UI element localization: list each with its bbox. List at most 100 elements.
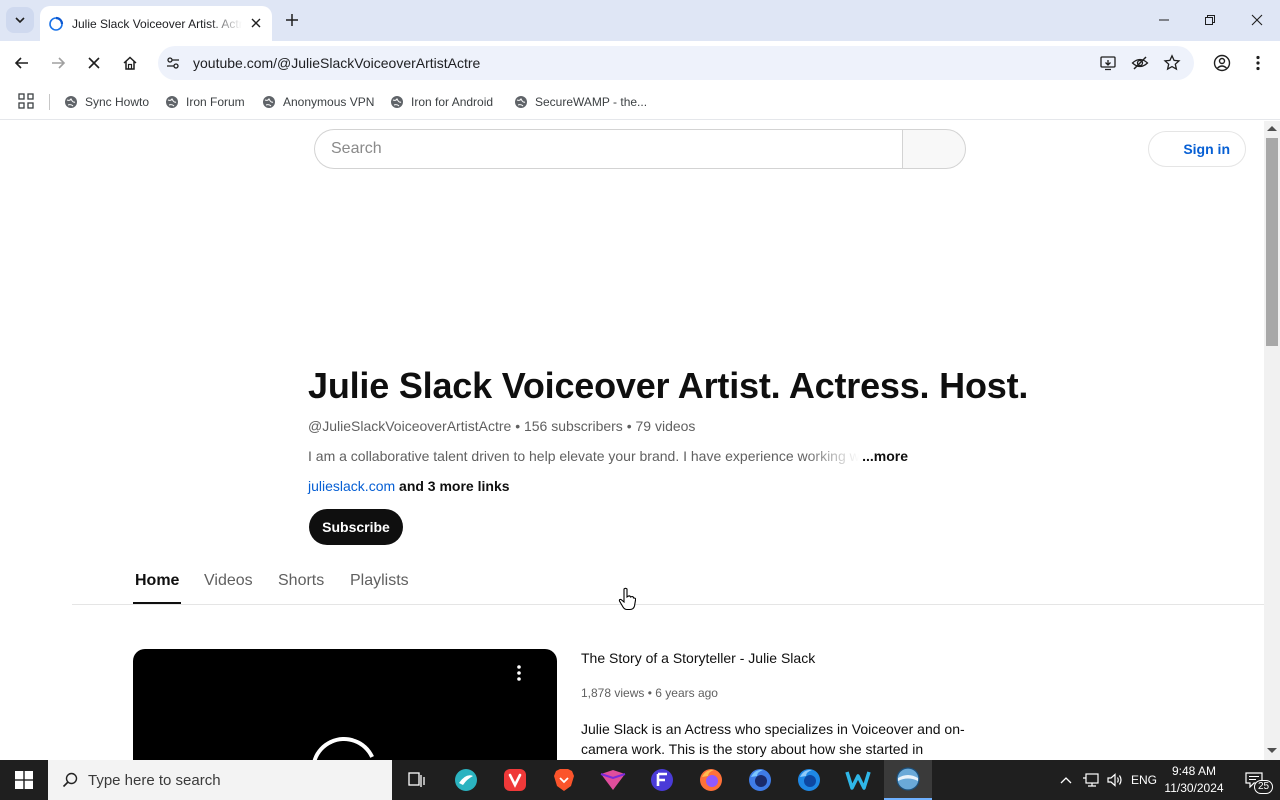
taskbar-app-brave[interactable] <box>540 760 588 800</box>
taskbar-app-firefox-dev[interactable] <box>736 760 784 800</box>
language-indicator[interactable]: ENG <box>1128 760 1160 800</box>
loading-spinner-icon <box>301 727 387 760</box>
task-view-icon <box>408 772 425 787</box>
channel-handle: @JulieSlackVoiceoverArtistActre <box>308 418 512 434</box>
restore-button[interactable] <box>1187 0 1233 40</box>
network-button[interactable] <box>1080 760 1102 800</box>
chevron-down-icon <box>15 17 25 24</box>
forward-arrow-icon <box>52 57 66 69</box>
globe-icon <box>391 96 403 108</box>
close-icon <box>88 57 100 69</box>
profile-button[interactable] <box>1209 50 1235 76</box>
browser-toolbar: youtube.com/@JulieSlackVoiceoverArtistAc… <box>0 41 1280 85</box>
back-button[interactable] <box>9 50 35 76</box>
close-window-button[interactable] <box>1234 0 1280 40</box>
url-text[interactable]: youtube.com/@JulieSlackVoiceoverArtistAc… <box>193 55 480 71</box>
browser-tab-active[interactable]: Julie Slack Voiceover Artist. Actress. H… <box>40 6 272 41</box>
volume-button[interactable] <box>1104 760 1126 800</box>
taskbar-app-floorp[interactable] <box>638 760 686 800</box>
taskbar-app-waterfox[interactable] <box>834 760 882 800</box>
taskbar-clock[interactable]: 9:48 AM 11/30/2024 <box>1160 763 1228 797</box>
search-input[interactable] <box>315 130 902 168</box>
tab-shorts[interactable]: Shorts <box>278 572 324 590</box>
bookmarks-bar: Sync Howto Iron Forum Anonymous VPN Iron… <box>0 85 1280 120</box>
tab-videos[interactable]: Videos <box>204 572 253 590</box>
video-menu-button[interactable] <box>509 663 529 683</box>
start-button[interactable] <box>0 760 48 800</box>
show-hidden-icons-button[interactable] <box>1056 760 1076 800</box>
tab-home[interactable]: Home <box>135 572 179 590</box>
notification-count: 25 <box>1254 780 1274 794</box>
bookmark-label: Anonymous VPN <box>283 95 375 109</box>
video-count: 79 videos <box>635 418 696 434</box>
more-links-button[interactable]: and 3 more links <box>399 478 509 494</box>
taskbar-app-vivaldi[interactable] <box>491 760 539 800</box>
home-icon <box>123 56 137 70</box>
clock-time: 9:48 AM <box>1171 764 1217 778</box>
channel-meta: @JulieSlackVoiceoverArtistActre • 156 su… <box>308 418 695 434</box>
sign-in-button[interactable]: Sign in <box>1148 131 1246 167</box>
channel-links: julieslack.com and 3 more links <box>308 478 510 494</box>
firefox-nightly-icon <box>798 769 820 791</box>
page-scrollbar[interactable] <box>1264 121 1280 760</box>
scroll-up-arrow-icon[interactable] <box>1267 126 1277 131</box>
taskbar-app-swift[interactable] <box>442 760 490 800</box>
video-views: 1,878 views <box>581 686 645 700</box>
install-app-icon[interactable] <box>1098 53 1118 73</box>
taskbar-app-iron-browser[interactable] <box>884 760 932 800</box>
bookmark-label: SecureWAMP - the... <box>535 95 648 109</box>
scrollbar-thumb[interactable] <box>1266 138 1278 346</box>
taskbar-app-firefox-nightly[interactable] <box>785 760 833 800</box>
taskbar-app-polypane[interactable] <box>589 760 637 800</box>
search-button[interactable] <box>902 129 966 169</box>
close-icon <box>251 18 261 28</box>
taskbar-search-placeholder: Type here to search <box>88 771 221 789</box>
website-link[interactable]: julieslack.com <box>308 478 395 494</box>
address-bar[interactable]: youtube.com/@JulieSlackVoiceoverArtistAc… <box>158 46 1194 80</box>
eye-off-icon[interactable] <box>1130 53 1150 73</box>
channel-description[interactable]: I am a collaborative talent driven to he… <box>308 448 908 464</box>
home-button[interactable] <box>117 50 143 76</box>
search-icon <box>62 772 78 788</box>
taskbar-app-firefox[interactable] <box>687 760 735 800</box>
tab-list-button[interactable] <box>6 7 34 33</box>
channel-tabs: Home Videos Shorts Playlists <box>72 561 1264 605</box>
new-tab-button[interactable] <box>282 10 302 30</box>
back-arrow-icon <box>14 57 28 69</box>
meta-separator: • <box>626 418 632 434</box>
description-text: I am a collaborative talent driven to he… <box>308 448 860 464</box>
subscribe-button[interactable]: Subscribe <box>309 509 403 545</box>
menu-dots-icon <box>1256 55 1260 71</box>
featured-video-description: Julie Slack is an Actress who specialize… <box>581 721 965 757</box>
tab-close-button[interactable] <box>248 15 264 31</box>
bookmark-item[interactable]: Anonymous VPN <box>262 92 374 112</box>
scroll-down-arrow-icon[interactable] <box>1267 748 1277 753</box>
stop-loading-button[interactable] <box>81 50 107 76</box>
taskbar-search[interactable]: Type here to search <box>48 760 392 800</box>
browser-menu-button[interactable] <box>1245 50 1271 76</box>
featured-video-title[interactable]: The Story of a Storyteller - Julie Slack <box>581 650 815 666</box>
active-tab-indicator <box>133 602 181 604</box>
featured-video-meta: 1,878 views • 6 years ago <box>581 686 718 700</box>
site-settings-icon[interactable] <box>164 54 182 72</box>
bookmark-item[interactable]: Sync Howto <box>64 92 149 112</box>
bookmark-item[interactable]: Iron for Android <box>390 92 493 112</box>
minimize-button[interactable] <box>1141 0 1187 40</box>
firefox-icon <box>700 769 722 791</box>
restore-icon <box>1205 15 1215 25</box>
floorp-icon <box>651 769 673 791</box>
forward-button[interactable] <box>45 50 71 76</box>
tab-playlists[interactable]: Playlists <box>350 572 409 590</box>
chevron-up-icon <box>1060 777 1072 784</box>
polypane-icon <box>600 770 626 790</box>
star-icon[interactable] <box>1162 53 1182 73</box>
bookmark-item[interactable]: SecureWAMP - the... <box>514 92 647 112</box>
bookmark-item[interactable]: Iron Forum <box>165 92 245 112</box>
plus-icon <box>286 14 298 26</box>
notification-center-button[interactable]: 25 <box>1232 760 1276 800</box>
featured-video-player[interactable] <box>133 649 557 760</box>
description-more-link[interactable]: ...more <box>862 448 908 464</box>
more-vert-icon <box>517 665 521 681</box>
task-view-button[interactable] <box>392 760 440 800</box>
apps-grid-icon[interactable] <box>18 93 34 109</box>
